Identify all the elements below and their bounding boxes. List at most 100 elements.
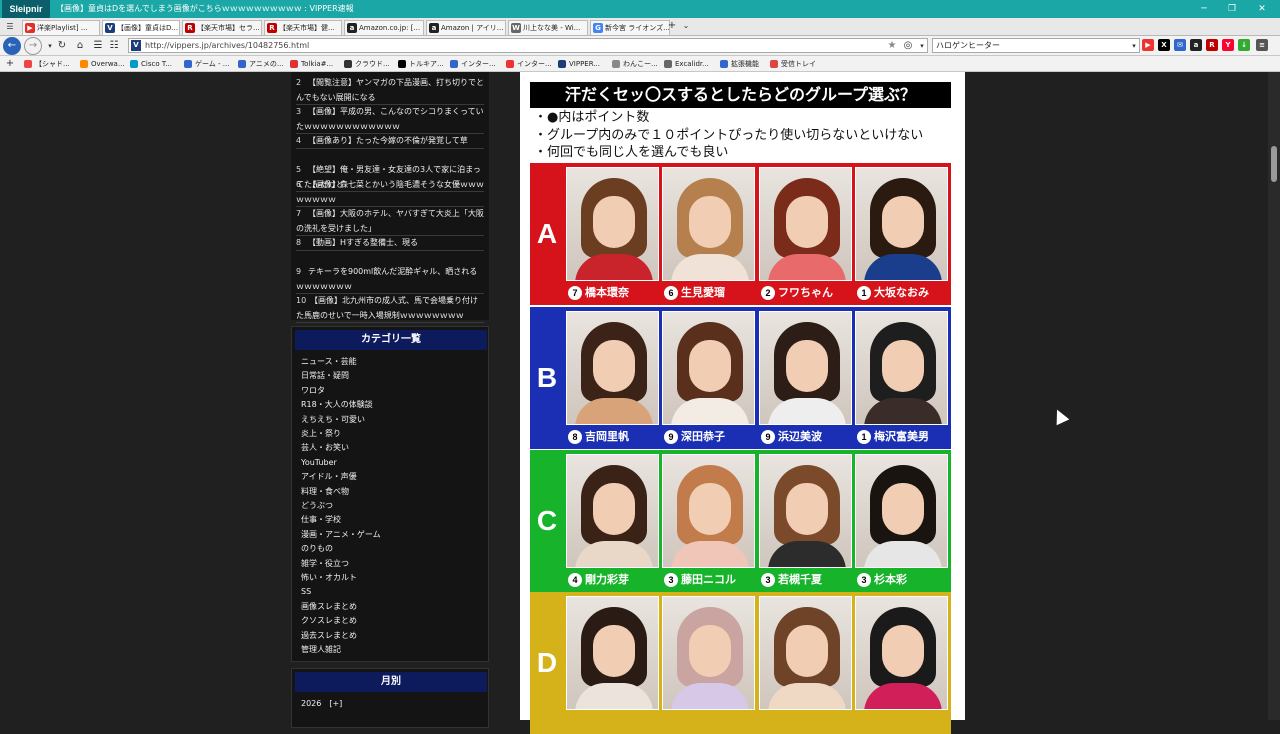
tab-6[interactable]: a Amazon | アイリ... [426, 20, 506, 35]
tab-favicon-icon: V [105, 23, 115, 33]
photo-face [882, 340, 924, 392]
youtube-ext-icon[interactable]: ▶ [1142, 39, 1154, 51]
bookmark-item[interactable]: Cisco T... [130, 58, 172, 70]
person-photo [855, 311, 948, 425]
bookmark-item[interactable]: Excalidr... [664, 58, 709, 70]
category-item[interactable]: のりもの [301, 542, 333, 556]
category-item[interactable]: 仕事・学校 [301, 513, 341, 527]
ranking-item[interactable]: 4 【画像あり】たった今嫁の不倫が発覚して草 [296, 134, 484, 149]
tab-1[interactable]: ▶ 洋楽Playlist] ... [22, 20, 100, 35]
ranking-item[interactable]: 10 【画像】北九州市の成人式、馬で会場乗り付けた馬鹿のせいで一時入場規制ｗｗｗｗ… [296, 294, 484, 323]
category-item[interactable]: 怖い・オカルト [301, 571, 357, 585]
home-button[interactable]: ⌂ [72, 38, 88, 54]
menu-ext-icon[interactable]: ≡ [1256, 39, 1268, 51]
tab-2[interactable]: V 【画像】童貞はD... [102, 20, 180, 35]
category-item[interactable]: R18・大人の体験談 [301, 398, 373, 412]
address-bar[interactable]: V http://vippers.jp/archives/10482756.ht… [128, 38, 928, 53]
category-item[interactable]: ワロタ [301, 384, 325, 398]
bookmark-star-icon[interactable]: ★ [884, 38, 900, 54]
ranking-item[interactable]: 7 【画像】大阪のホテル、ヤバすぎて大炎上「大阪の洗礼を受けました」 [296, 207, 484, 236]
monthly-item[interactable]: 2026 [+] [301, 697, 342, 711]
tab-5[interactable]: a Amazon.co.jp: [... [344, 20, 424, 35]
category-item[interactable]: アイドル・声優 [301, 470, 357, 484]
category-item[interactable]: ニュース・芸能 [301, 355, 357, 369]
bookmark-list-icon[interactable]: ☰ [90, 38, 106, 54]
yahoo-ext-icon[interactable]: Y [1222, 39, 1234, 51]
bookmark-item[interactable]: インター... [450, 58, 496, 70]
minimize-button[interactable]: ─ [1192, 0, 1216, 18]
maximize-button[interactable]: ❐ [1220, 0, 1244, 18]
bookmark-item[interactable]: VIPPER... [558, 58, 600, 70]
forward-button[interactable]: → [24, 37, 42, 55]
category-item[interactable]: 雑学・役立つ [301, 557, 349, 571]
photo-face [689, 483, 731, 535]
tab-3[interactable]: R 【楽天市場】セラ... [182, 20, 262, 35]
bookmark-item[interactable]: インター... [506, 58, 552, 70]
category-item[interactable]: 過去スレまとめ [301, 629, 357, 643]
ranking-title: 【画像】大阪のホテル、ヤバすぎて大炎上「大阪の洗礼を受けました」 [296, 209, 484, 233]
add-bookmark-button[interactable]: + [2, 56, 18, 72]
ranking-number: 10 [296, 296, 307, 305]
bookmark-label: Excalidr... [675, 60, 709, 68]
category-item[interactable]: 画像スレまとめ [301, 600, 357, 614]
photo-body [575, 254, 653, 280]
download-ext-icon[interactable]: ↓ [1238, 39, 1250, 51]
tab-8[interactable]: G 新今宮 ライオンズ... [590, 20, 670, 35]
reload-button[interactable]: ↻ [54, 38, 70, 54]
category-item[interactable]: 芸人・お笑い [301, 441, 349, 455]
close-button[interactable]: ✕ [1250, 0, 1274, 18]
tab-7[interactable]: W 川上なな美 - Wi... [508, 20, 588, 35]
bookmark-item[interactable]: クラウド... [344, 58, 390, 70]
ranking-item[interactable]: 9 テキーラを900ml飲んだ泥酔ギャル、晒されるｗｗｗｗｗｗｗ [296, 265, 484, 294]
bookmark-label: アニメの... [249, 60, 284, 68]
tab-menu-icon[interactable]: ☰ [2, 19, 18, 35]
group-letter: C [536, 505, 558, 536]
ranking-number: 3 [296, 107, 302, 116]
category-item[interactable]: どうぶつ [301, 499, 333, 513]
back-button[interactable]: ← [3, 37, 21, 55]
bookmark-item[interactable]: 受信トレイ [770, 58, 816, 70]
scrollbar[interactable] [1268, 72, 1280, 720]
amazon-ext-icon[interactable]: a [1190, 39, 1202, 51]
person-name: 浜辺美波 [778, 430, 822, 443]
category-item[interactable]: SS [301, 585, 311, 599]
ranking-number: 8 [296, 238, 302, 247]
bookmark-item[interactable]: ゲーム - ... [184, 58, 229, 70]
person-caption: 7 橋本環奈 [566, 283, 659, 303]
points-badge: 1 [857, 286, 871, 300]
x-ext-icon[interactable]: X [1158, 39, 1170, 51]
mail-ext-icon[interactable]: ✉ [1174, 39, 1186, 51]
bookmark-item[interactable]: わんこー... [612, 58, 658, 70]
bookmark-item[interactable]: 拡張機能 [720, 58, 759, 70]
tab-list-chevron-icon[interactable]: ⌄ [678, 18, 694, 34]
bookmark-item[interactable]: アニメの... [238, 58, 284, 70]
category-item[interactable]: 管理人雑記 [301, 643, 341, 657]
bookmark-item[interactable]: Overwa... [80, 58, 125, 70]
photo-face [882, 196, 924, 248]
category-item[interactable]: クソスレまとめ [301, 614, 357, 628]
bookmark-favicon-icon [720, 60, 728, 68]
bookmark-favicon-icon [24, 60, 32, 68]
page-menu-icon[interactable]: ☷ [106, 38, 122, 54]
category-item[interactable]: 漫画・アニメ・ゲーム [301, 528, 381, 542]
ranking-item[interactable]: 2 【閲覧注意】ヤンマガの下品漫画、打ち切りでとんでもない展開になる [296, 76, 484, 105]
category-item[interactable]: 料理・食べ物 [301, 485, 349, 499]
search-engine-chevron-icon[interactable]: ▾ [1126, 38, 1142, 54]
category-item[interactable]: えちえち・可愛い [301, 413, 365, 427]
ranking-item[interactable]: 6 【画像】森七菜とかいう陰毛濃そうな女優ｗｗｗｗｗｗｗｗ [296, 178, 484, 207]
bookmark-item[interactable]: トルキア... [398, 58, 444, 70]
tab-4[interactable]: R 【楽天市場】健... [264, 20, 342, 35]
ranking-item[interactable]: 3 【画像】平成の男、こんなのでシコりまくっていたｗｗｗｗｗｗｗｗｗｗｗｗ [296, 105, 484, 134]
bookmark-item[interactable]: 【シャド... [24, 58, 70, 70]
category-item[interactable]: YouTuber [301, 456, 337, 470]
tools-chevron-icon[interactable]: ▾ [914, 38, 930, 54]
scrollbar-thumb[interactable] [1271, 146, 1277, 182]
search-input[interactable]: ハロゲンヒーター [932, 38, 1140, 53]
rakuten-ext-icon[interactable]: R [1206, 39, 1218, 51]
ranking-item[interactable]: 8 【動画】Hすぎる整備士、現る [296, 236, 484, 251]
photo-body [671, 398, 749, 424]
bookmark-item[interactable]: Tolkia#... [290, 58, 333, 70]
category-item[interactable]: 日常話・疑問 [301, 369, 349, 383]
category-item[interactable]: 炎上・祭り [301, 427, 341, 441]
group-b: B 8 吉岡里帆 9 深田恭子 9 浜辺美波 1 梅沢富美男 [530, 307, 951, 449]
